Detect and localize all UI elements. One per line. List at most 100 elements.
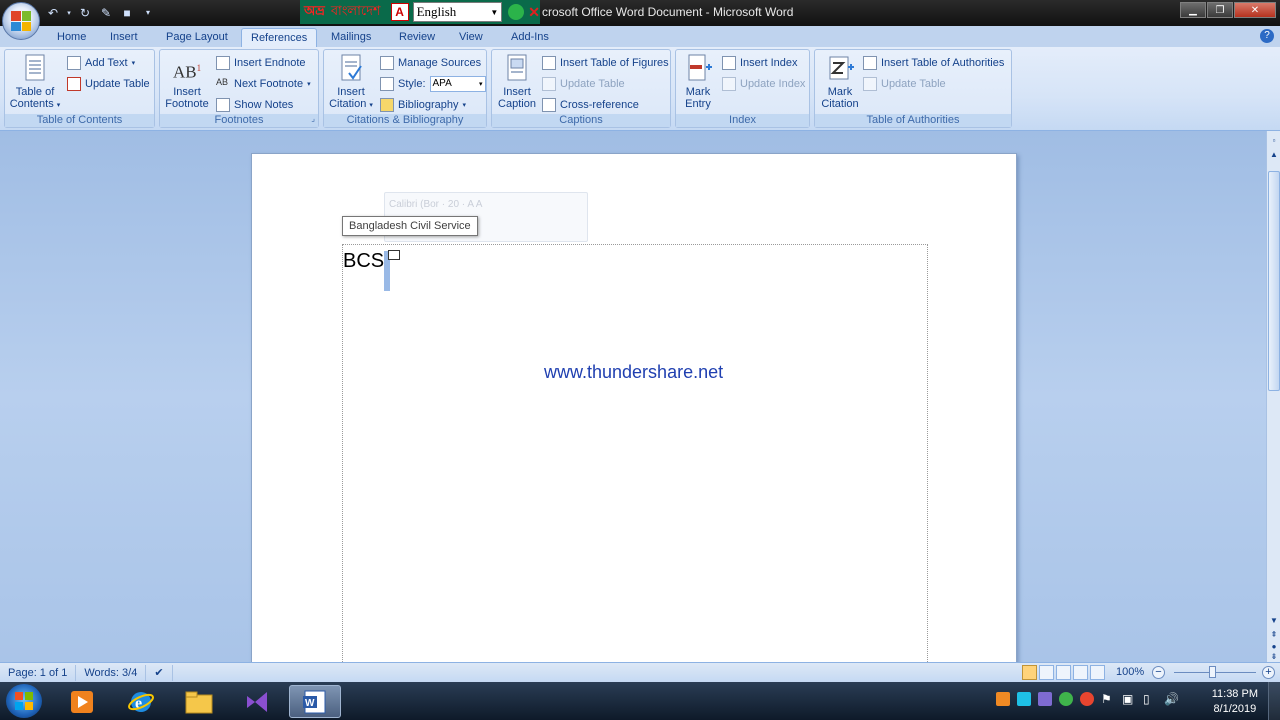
scroll-thumb[interactable] <box>1268 171 1280 391</box>
tray-volume-icon[interactable]: 🔊 <box>1164 692 1179 706</box>
status-bar: Page: 1 of 1 Words: 3/4 ✔ 100% − + <box>0 662 1280 682</box>
window-title: crosoft Office Word Document - Microsoft… <box>542 5 794 19</box>
update-table-figures-button[interactable]: Update Table <box>542 75 625 92</box>
outline-view-button[interactable] <box>1073 665 1088 680</box>
previous-page-icon[interactable]: ⇞ <box>1268 629 1280 641</box>
minimize-button[interactable]: ▁ <box>1180 2 1206 18</box>
web-layout-view-button[interactable] <box>1056 665 1071 680</box>
media-player-icon[interactable] <box>56 685 108 718</box>
office-button[interactable] <box>2 2 40 40</box>
visual-studio-icon[interactable] <box>231 685 283 718</box>
mark-entry-line1: Mark <box>685 86 711 98</box>
tray-green-icon[interactable] <box>1059 692 1073 706</box>
zoom-level[interactable]: 100% <box>1116 666 1144 678</box>
update-table-figures-label: Update Table <box>560 77 625 90</box>
file-explorer-icon[interactable] <box>173 685 225 718</box>
mini-font-name: Calibri (Bor <box>389 199 440 210</box>
full-screen-reading-view-button[interactable] <box>1039 665 1054 680</box>
vertical-scrollbar[interactable]: ▫ ▲ ▼ ⇞ ● ⇟ <box>1266 131 1280 662</box>
tray-camera-icon[interactable] <box>1017 692 1031 706</box>
help-icon[interactable]: ? <box>1260 29 1274 43</box>
mini-toolbar-font: Calibri (Bor · 20 · A A <box>389 199 483 210</box>
footnote-tooltip: Bangladesh Civil Service <box>342 216 478 236</box>
tray-network-icon[interactable]: ▯ <box>1143 692 1157 706</box>
manage-sources-icon <box>380 55 394 70</box>
system-clock[interactable]: 11:38 PM 8/1/2019 <box>1212 687 1258 717</box>
tray-orange-icon[interactable] <box>996 692 1010 706</box>
add-text-button[interactable]: Add Text ▾ <box>67 54 135 71</box>
style-select[interactable]: APA ▾ <box>429 75 486 92</box>
update-table-icon <box>67 76 81 91</box>
group-captions: Insert Caption Insert Table of Figures U… <box>491 49 671 128</box>
insert-citation-button[interactable]: Insert Citation ▾ <box>326 53 376 112</box>
tab-page-layout[interactable]: Page Layout <box>157 28 237 47</box>
style-value: APA <box>432 78 452 89</box>
cross-reference-button[interactable]: Cross-reference <box>542 96 639 113</box>
print-layout-view-button[interactable] <box>1022 665 1037 680</box>
dropdown-arrow-icon[interactable]: ▾ <box>65 4 73 21</box>
update-index-button[interactable]: Update Index <box>722 75 805 92</box>
insert-footnote-button[interactable]: AB1 Insert Footnote <box>162 53 212 110</box>
dialog-launcher-icon[interactable]: ⌟ <box>311 114 315 123</box>
page-count[interactable]: Page: 1 of 1 <box>0 664 77 681</box>
footnote-icon: AB1 <box>173 62 202 82</box>
tab-review[interactable]: Review <box>390 28 444 47</box>
redo-icon[interactable]: ↻ <box>76 4 94 21</box>
show-desktop-button[interactable] <box>1268 682 1280 720</box>
citation-icon <box>337 53 365 83</box>
insert-index-button[interactable]: Insert Index <box>722 54 797 71</box>
table-of-contents-button[interactable]: Table of Contents ▾ <box>9 53 61 112</box>
zoom-in-button[interactable]: + <box>1262 666 1275 679</box>
mark-citation-button[interactable]: Mark Citation <box>817 53 863 110</box>
zoom-slider-thumb[interactable] <box>1209 666 1216 678</box>
mini-font-size: 20 <box>447 199 460 210</box>
insert-table-of-authorities-button[interactable]: Insert Table of Authorities <box>863 54 1004 71</box>
tab-add-ins[interactable]: Add-Ins <box>502 28 558 47</box>
ruler-toggle-icon[interactable]: ▫ <box>1268 135 1280 147</box>
document-page[interactable]: Calibri (Bor · 20 · A A BCS Bangladesh C… <box>251 153 1017 662</box>
update-table-button[interactable]: Update Table <box>67 75 150 92</box>
next-footnote-button[interactable]: AB Next Footnote ▾ <box>216 75 311 92</box>
tab-mailings[interactable]: Mailings <box>322 28 380 47</box>
tray-pen-icon[interactable] <box>1038 692 1052 706</box>
language-select[interactable]: English ▼ <box>412 2 503 22</box>
restore-button[interactable]: ❐ <box>1207 2 1233 18</box>
customize-icon[interactable]: ▾ <box>139 4 157 21</box>
save-icon[interactable]: ■ <box>118 4 136 21</box>
scroll-up-icon[interactable]: ▲ <box>1268 149 1280 161</box>
show-notes-button[interactable]: Show Notes <box>216 96 293 113</box>
title-bar: ↶ ▾ ↻ ✎ ■ ▾ অভ্র বাংলাদেশ A English ▼ ✕ … <box>0 0 1280 26</box>
scroll-down-icon[interactable]: ▼ <box>1268 615 1280 627</box>
undo-icon[interactable]: ↶ <box>44 4 62 21</box>
bibliography-button[interactable]: Bibliography ▾ <box>380 96 466 113</box>
insert-caption-line2: Caption <box>498 98 536 110</box>
tray-chrome-icon[interactable] <box>1080 692 1094 706</box>
word-count[interactable]: Words: 3/4 <box>76 664 147 681</box>
insert-endnote-button[interactable]: Insert Endnote <box>216 54 306 71</box>
zoom-out-button[interactable]: − <box>1152 666 1165 679</box>
close-button[interactable]: ✕ <box>1234 2 1276 18</box>
mark-entry-button[interactable]: Mark Entry <box>678 53 718 110</box>
update-table-authorities-button[interactable]: Update Table <box>863 75 946 92</box>
tray-device-icon[interactable]: ▣ <box>1122 692 1136 706</box>
insert-caption-button[interactable]: Insert Caption <box>494 53 540 110</box>
tab-home[interactable]: Home <box>48 28 95 47</box>
mark-citation-icon <box>826 53 854 83</box>
start-button[interactable] <box>6 684 42 718</box>
tab-view[interactable]: View <box>450 28 492 47</box>
insert-table-of-figures-button[interactable]: Insert Table of Figures <box>542 54 669 71</box>
manage-sources-button[interactable]: Manage Sources <box>380 54 481 71</box>
internet-explorer-icon[interactable]: e <box>115 685 167 718</box>
tab-references[interactable]: References <box>241 28 318 47</box>
avro-logo[interactable]: অভ্র <box>304 2 325 23</box>
green-check-icon[interactable] <box>508 4 525 20</box>
word-icon[interactable]: W <box>289 685 341 718</box>
draft-view-button[interactable] <box>1090 665 1105 680</box>
adobe-icon[interactable]: A <box>390 3 409 21</box>
tray-flag-icon[interactable]: ⚑ <box>1101 692 1115 706</box>
proofing-icon[interactable]: ✔ <box>146 664 173 681</box>
document-body-text[interactable]: BCS <box>343 250 384 273</box>
edit-icon[interactable]: ✎ <box>97 4 115 21</box>
tab-insert[interactable]: Insert <box>101 28 147 47</box>
close-x-icon[interactable]: ✕ <box>528 4 540 21</box>
